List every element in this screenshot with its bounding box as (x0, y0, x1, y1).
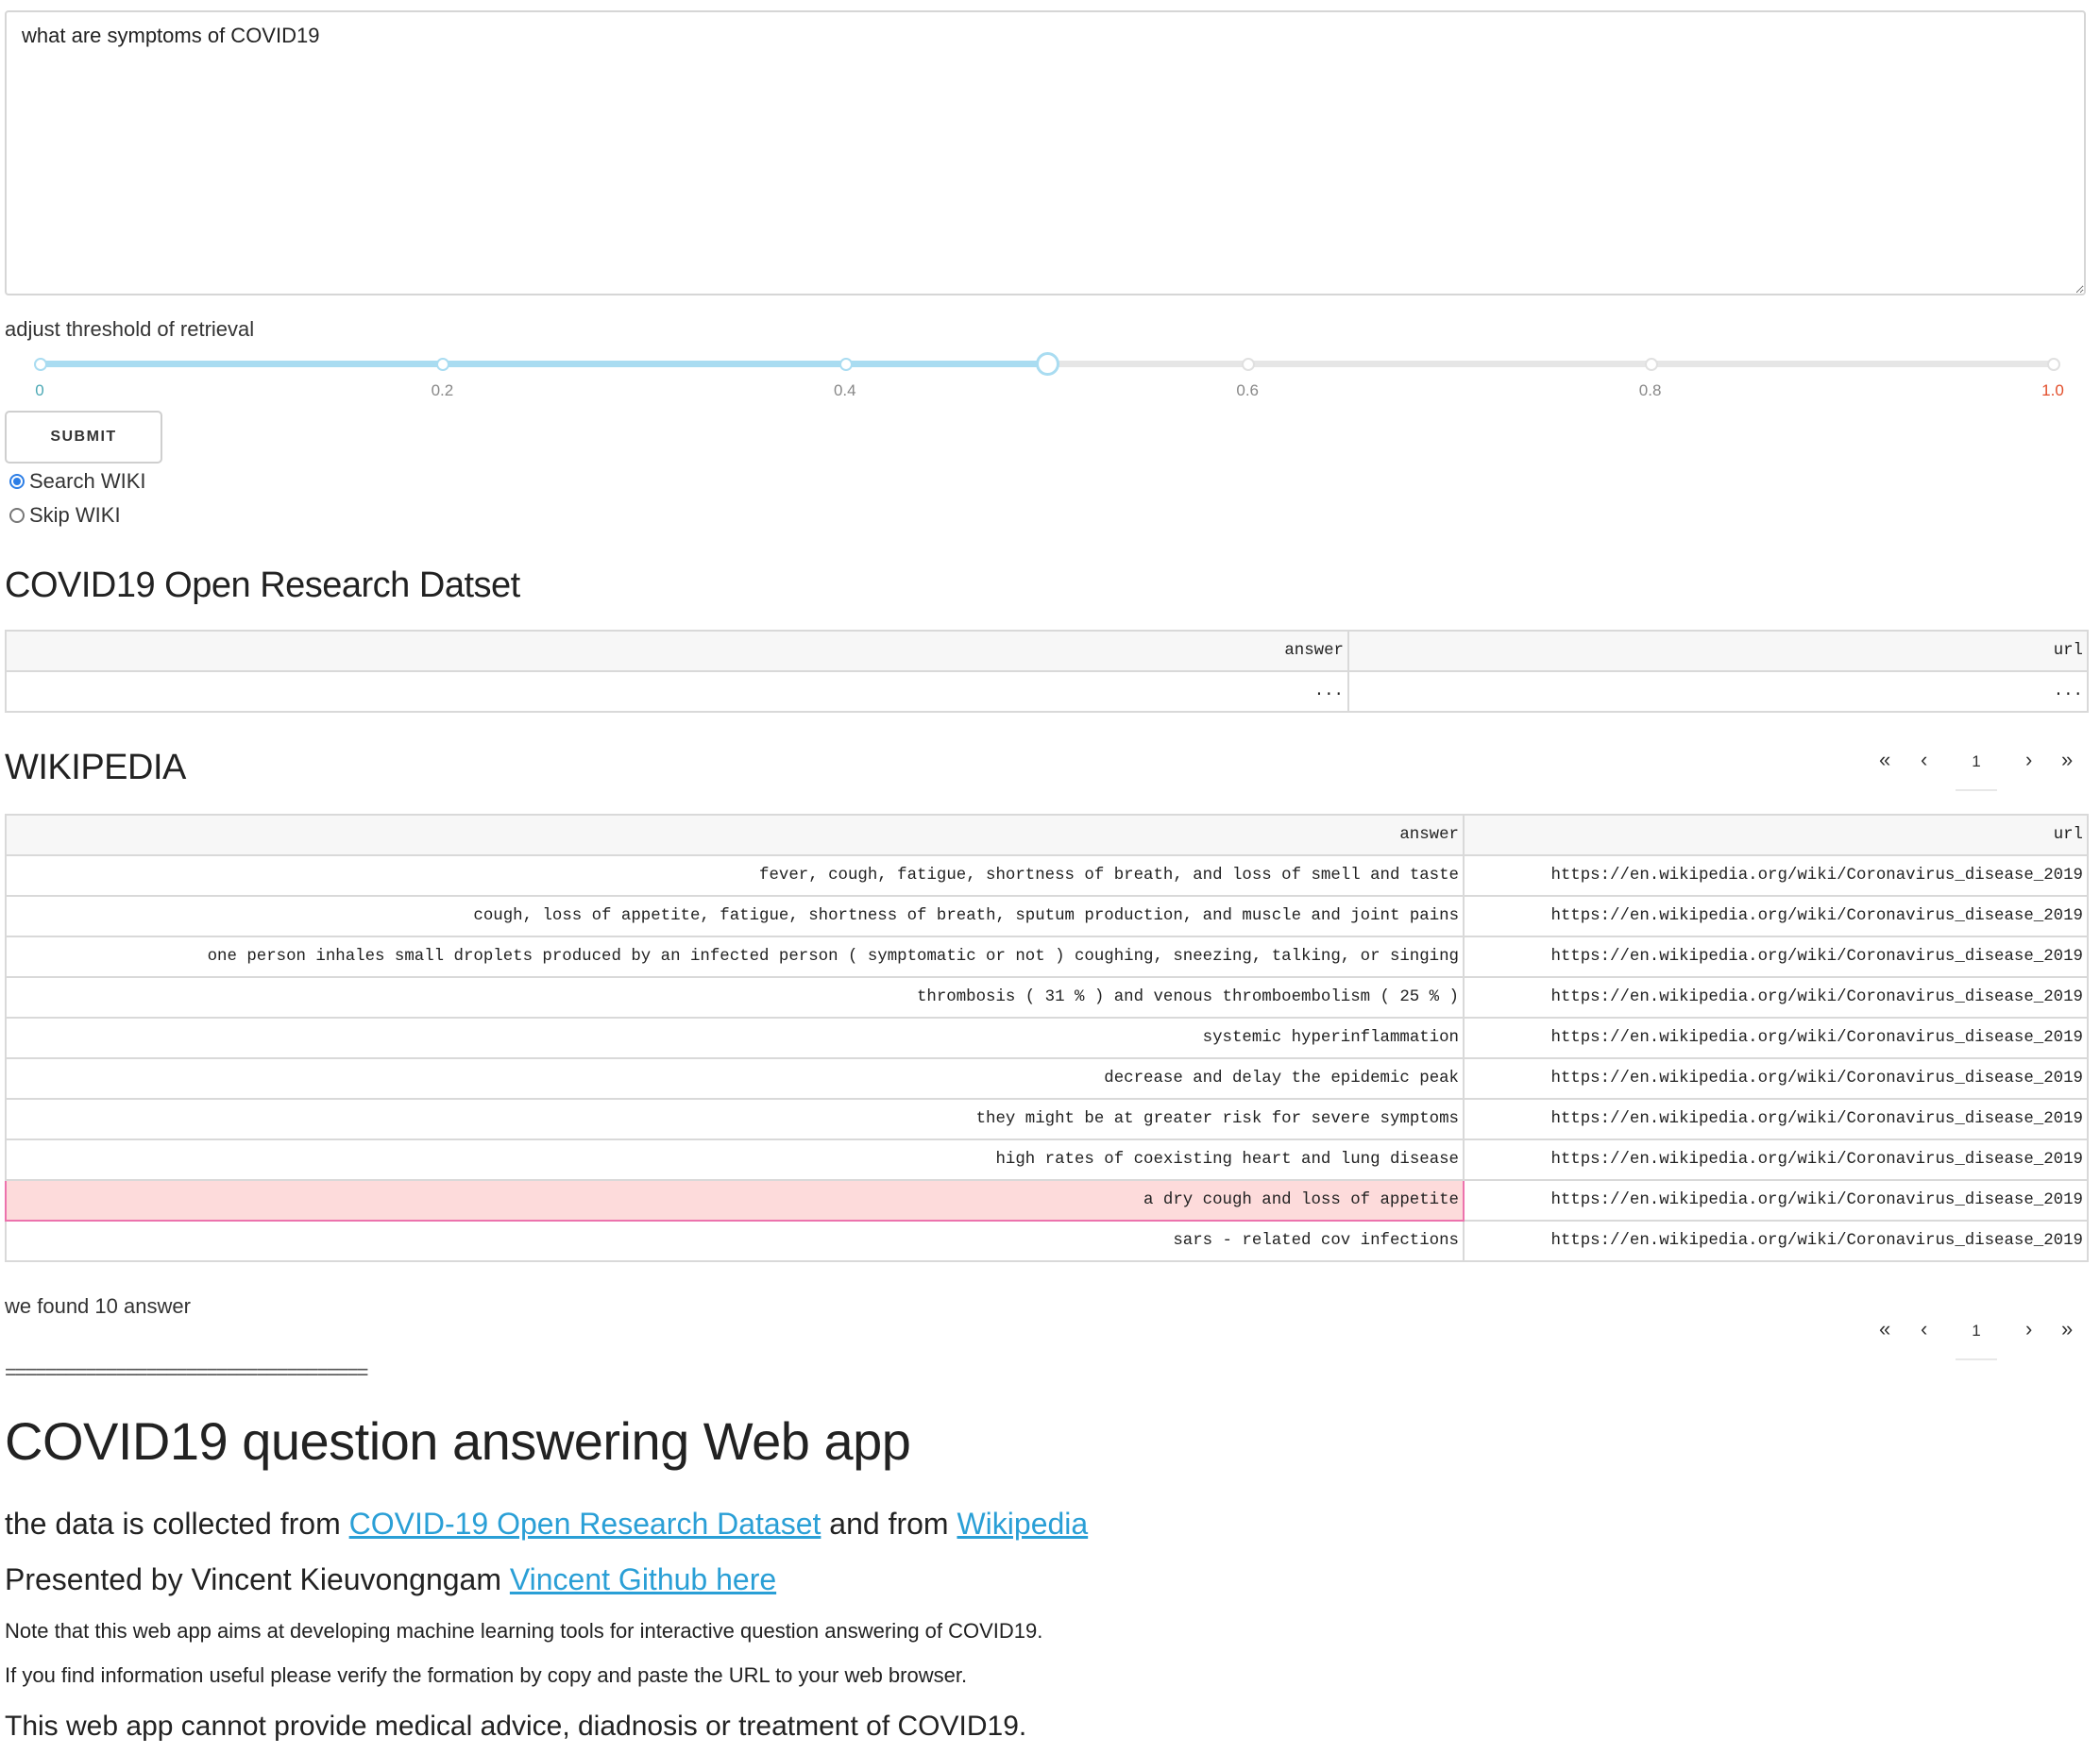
cord-section-title: COVID19 Open Research Datset (5, 565, 520, 605)
column-header-answer[interactable]: answer (5, 814, 1465, 856)
url-cell[interactable]: https://en.wikipedia.org/wiki/Coronaviru… (1463, 1220, 2089, 1262)
wiki-table: answer url fever, cough, fatigue, shortn… (5, 814, 2089, 1262)
slider-mark-label[interactable]: 0.6 (1236, 381, 1259, 400)
slider-handle[interactable] (1036, 352, 1059, 376)
url-cell[interactable]: https://en.wikipedia.org/wiki/Coronaviru… (1463, 854, 2089, 897)
url-cell[interactable]: https://en.wikipedia.org/wiki/Coronaviru… (1463, 936, 2089, 978)
slider-mark-label[interactable]: 1.0 (2041, 381, 2064, 400)
radio-skip-wiki-label: Skip WIKI (29, 503, 121, 527)
table-row[interactable]: sars - related cov infections https://en.… (5, 1220, 2089, 1262)
slider-dot[interactable] (436, 358, 450, 371)
table-row[interactable]: high rates of coexisting heart and lung … (5, 1138, 2089, 1181)
url-cell[interactable]: ... (1347, 670, 2089, 713)
results-count: we found 10 answer (5, 1294, 191, 1318)
slider-dot[interactable] (1242, 358, 1256, 371)
last-page-icon[interactable]: » (2061, 748, 2073, 772)
data-source-line: the data is collected from COVID-19 Open… (5, 1507, 1088, 1542)
url-cell[interactable]: https://en.wikipedia.org/wiki/Coronaviru… (1463, 1098, 2089, 1140)
answer-cell[interactable]: fever, cough, fatigue, shortness of brea… (5, 854, 1465, 897)
answer-cell[interactable]: decrease and delay the epidemic peak (5, 1057, 1465, 1100)
submit-button[interactable]: SUBMIT (5, 411, 162, 464)
table-row[interactable]: ... ... (5, 670, 2089, 713)
table-row[interactable]: cough, loss of appetite, fatigue, shortn… (5, 895, 2089, 937)
page-number[interactable]: 1 (1956, 1317, 1997, 1360)
answer-cell[interactable]: high rates of coexisting heart and lung … (5, 1138, 1465, 1181)
slider-mark-label[interactable]: 0.2 (432, 381, 454, 400)
wiki-section-title: WIKIPEDIA (5, 748, 186, 787)
slider-mark-label[interactable]: 0.8 (1639, 381, 1662, 400)
first-page-icon[interactable]: « (1879, 1317, 1890, 1341)
prev-page-icon[interactable]: ‹ (1921, 748, 1927, 772)
url-cell[interactable]: https://en.wikipedia.org/wiki/Coronaviru… (1463, 1017, 2089, 1059)
table-row[interactable]: systemic hyperinflammation https://en.wik… (5, 1017, 2089, 1059)
table-row[interactable]: fever, cough, fatigue, shortness of brea… (5, 854, 2089, 897)
table-header-row: answer url (5, 630, 2089, 672)
data-source-and: and from (829, 1507, 949, 1541)
slider-dot[interactable] (2047, 358, 2060, 371)
slider-fill (40, 361, 1046, 367)
table-row[interactable]: decrease and delay the epidemic peak http… (5, 1057, 2089, 1100)
note-line-2: If you find information useful please ve… (5, 1663, 968, 1687)
cord-dataset-link[interactable]: COVID-19 Open Research Dataset (349, 1507, 821, 1541)
answer-cell[interactable]: they might be at greater risk for severe… (5, 1098, 1465, 1140)
table-row-selected[interactable]: a dry cough and loss of appetite https://… (5, 1179, 2089, 1222)
url-cell[interactable]: https://en.wikipedia.org/wiki/Coronaviru… (1463, 1179, 2089, 1222)
answer-cell[interactable]: systemic hyperinflammation (5, 1017, 1465, 1059)
slider-dot[interactable] (34, 358, 47, 371)
page-number[interactable]: 1 (1956, 748, 1997, 791)
slider-mark-label[interactable]: 0.4 (834, 381, 856, 400)
prev-page-icon[interactable]: ‹ (1921, 1317, 1927, 1341)
url-cell[interactable]: https://en.wikipedia.org/wiki/Coronaviru… (1463, 1138, 2089, 1181)
column-header-answer[interactable]: answer (5, 630, 1349, 672)
wiki-pagination-top: « ‹ 1 › » (1863, 748, 2080, 791)
radio-search-wiki[interactable]: Search WIKI (9, 469, 145, 494)
table-header-row: answer url (5, 814, 2089, 856)
presented-by-text: Presented by Vincent Kieuvongngam (5, 1562, 501, 1596)
url-cell[interactable]: https://en.wikipedia.org/wiki/Coronaviru… (1463, 895, 2089, 937)
answer-cell[interactable]: cough, loss of appetite, fatigue, shortn… (5, 895, 1465, 937)
table-row[interactable]: one person inhales small droplets produc… (5, 936, 2089, 978)
slider-marks: 0 0.2 0.4 0.6 0.8 1.0 (35, 381, 2064, 404)
data-source-prefix: the data is collected from (5, 1507, 341, 1541)
note-line-1: Note that this web app aims at developin… (5, 1619, 1043, 1643)
wikipedia-link[interactable]: Wikipedia (957, 1507, 1088, 1541)
slider-mark-label[interactable]: 0 (35, 381, 43, 400)
last-page-icon[interactable]: » (2061, 1317, 2073, 1341)
column-header-url[interactable]: url (1347, 630, 2089, 672)
answer-cell[interactable]: sars - related cov infections (5, 1220, 1465, 1262)
medical-disclaimer: This web app cannot provide medical advi… (5, 1711, 1027, 1742)
slider-dot[interactable] (838, 358, 853, 371)
threshold-slider[interactable] (34, 346, 2060, 383)
column-header-url[interactable]: url (1463, 814, 2089, 856)
selected-answer-cell[interactable]: a dry cough and loss of appetite (5, 1179, 1465, 1222)
next-page-icon[interactable]: › (2025, 748, 2032, 772)
table-row[interactable]: they might be at greater risk for severe… (5, 1098, 2089, 1140)
cord-table: answer url ... ... (5, 630, 2089, 713)
separator: ==================================== (5, 1360, 369, 1384)
radio-checked-icon[interactable] (9, 474, 25, 489)
wiki-pagination-bottom: « ‹ 1 › » (1863, 1317, 2080, 1360)
answer-cell[interactable]: one person inhales small droplets produc… (5, 936, 1465, 978)
first-page-icon[interactable]: « (1879, 748, 1890, 772)
github-link[interactable]: Vincent Github here (510, 1562, 776, 1596)
query-input[interactable]: what are symptoms of COVID19 (5, 10, 2086, 295)
threshold-label: adjust threshold of retrieval (5, 317, 255, 341)
url-cell[interactable]: https://en.wikipedia.org/wiki/Coronaviru… (1463, 976, 2089, 1019)
slider-dot[interactable] (1644, 358, 1658, 371)
radio-unchecked-icon[interactable] (9, 508, 25, 523)
next-page-icon[interactable]: › (2025, 1317, 2032, 1341)
radio-skip-wiki[interactable]: Skip WIKI (9, 503, 121, 528)
url-cell[interactable]: https://en.wikipedia.org/wiki/Coronaviru… (1463, 1057, 2089, 1100)
answer-cell[interactable]: ... (5, 670, 1349, 713)
presented-by-line: Presented by Vincent Kieuvongngam Vincen… (5, 1562, 776, 1597)
app-heading: COVID19 question answering Web app (5, 1411, 911, 1471)
answer-cell[interactable]: thrombosis ( 31 % ) and venous thromboem… (5, 976, 1465, 1019)
radio-search-wiki-label: Search WIKI (29, 469, 146, 493)
table-row[interactable]: thrombosis ( 31 % ) and venous thromboem… (5, 976, 2089, 1019)
